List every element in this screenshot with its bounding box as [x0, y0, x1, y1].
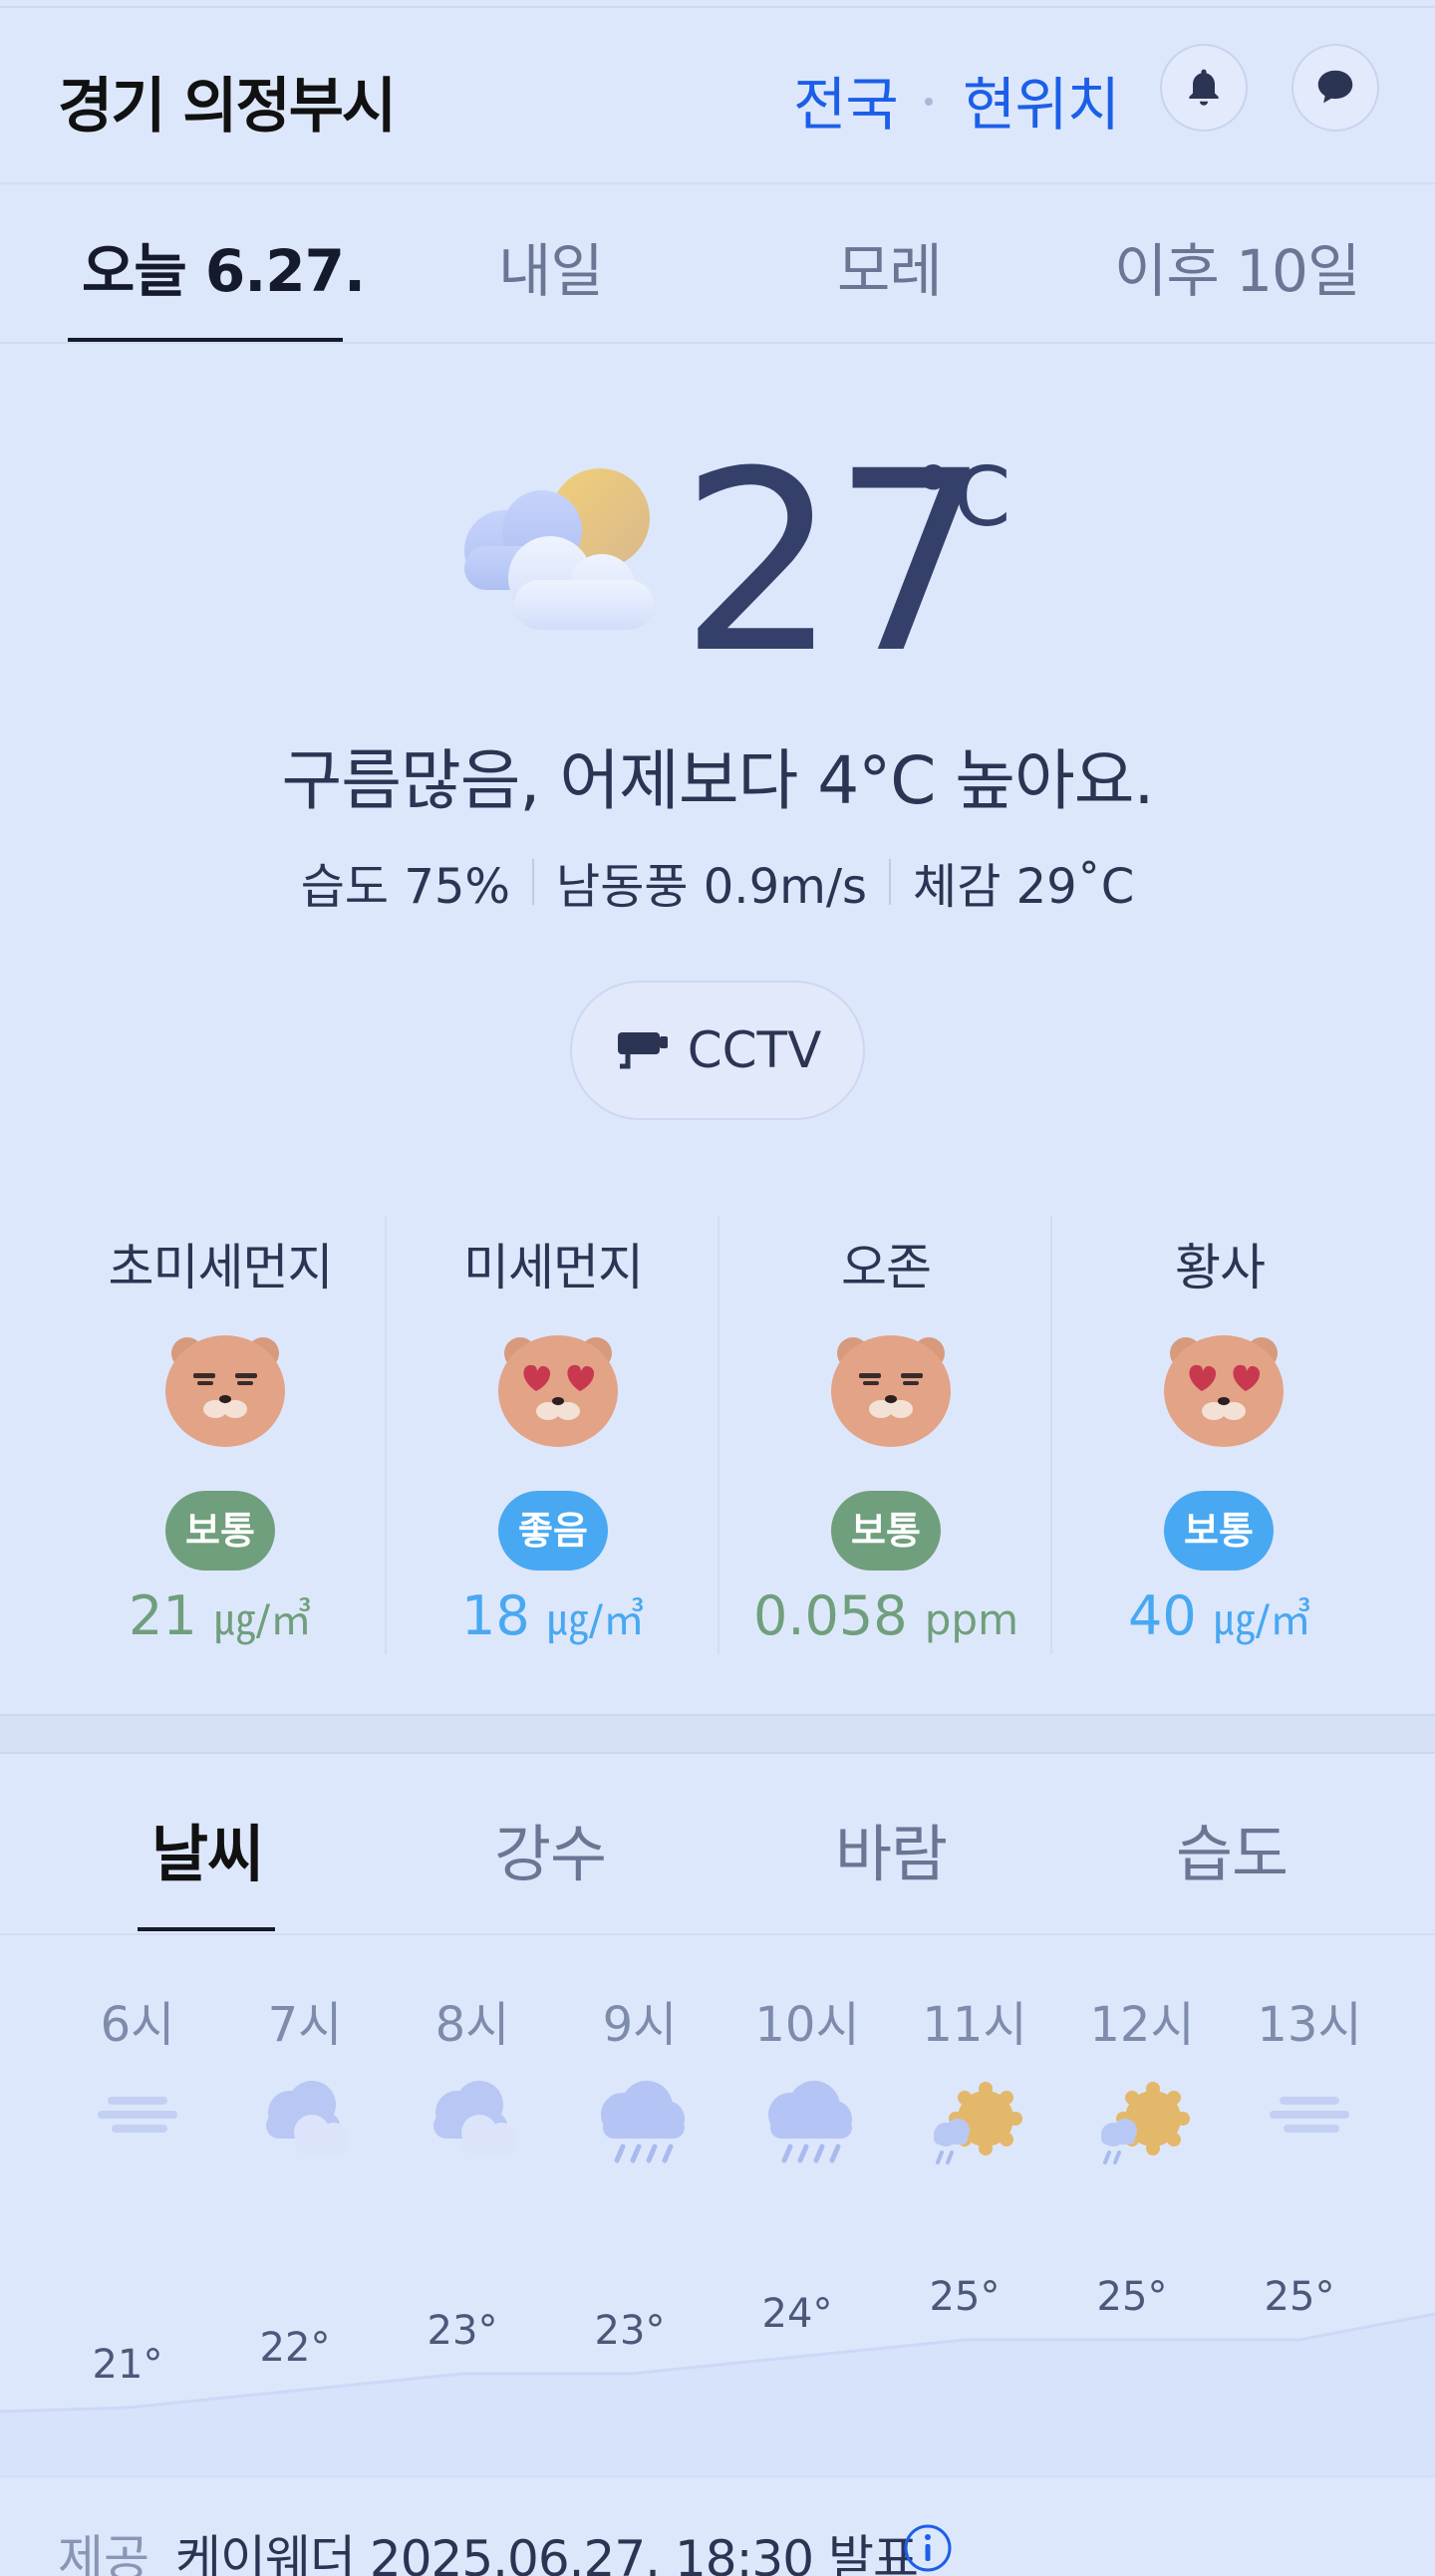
- hour-label: 11시: [922, 1997, 1027, 2053]
- sun-shower-icon: [1058, 2075, 1226, 2184]
- tab-wind[interactable]: 바람: [835, 1804, 948, 1893]
- bell-icon: [1189, 69, 1219, 106]
- message-button[interactable]: [1292, 44, 1379, 132]
- tab-tomorrow[interactable]: 내일: [498, 224, 604, 308]
- hour-temperature: 25°: [1264, 2274, 1335, 2320]
- hour-temperature: 23°: [427, 2308, 498, 2354]
- tab-day-after[interactable]: 모레: [837, 224, 943, 308]
- hour-temperature: 25°: [929, 2274, 1001, 2320]
- air-quality-title: 미세먼지: [463, 1239, 644, 1296]
- partly-cloudy-icon: [464, 468, 654, 630]
- neutral-face-icon: [165, 1335, 285, 1447]
- value-number: 0.058: [753, 1584, 908, 1647]
- tab-weather[interactable]: 날씨: [151, 1804, 264, 1893]
- hour-label: 9시: [602, 1997, 678, 2053]
- air-quality-item[interactable]: 미세먼지 좋음 18 ㎍/㎥: [389, 1216, 719, 1654]
- hour-temperature: 21°: [92, 2342, 163, 2388]
- wind-text: 남동풍 0.9m/s: [556, 859, 868, 915]
- neutral-face-icon: [831, 1335, 951, 1447]
- value-unit: ㎍/㎥: [546, 1595, 646, 1644]
- hour-label: 6시: [100, 1997, 175, 2053]
- air-quality-item[interactable]: 황사 보통 40 ㎍/㎥: [1054, 1216, 1385, 1654]
- air-quality-value: 18 ㎍/㎥: [389, 1584, 718, 1647]
- haze-icon: [1226, 2075, 1393, 2184]
- value-number: 21: [128, 1584, 197, 1647]
- tab-next-10-days[interactable]: 이후 10일: [1114, 224, 1360, 308]
- sun-shower-icon: [891, 2075, 1058, 2184]
- heart-eyes-face-icon: [498, 1335, 618, 1447]
- rain-icon: [556, 2075, 723, 2184]
- air-quality-value: 0.058 ppm: [721, 1584, 1050, 1647]
- haze-icon: [54, 2075, 221, 2184]
- value-unit: ㎍/㎥: [213, 1595, 313, 1644]
- status-badge: 보통: [165, 1491, 275, 1571]
- tab-humidity[interactable]: 습도: [1176, 1804, 1289, 1893]
- tab-today[interactable]: 오늘 6.27.: [82, 224, 366, 308]
- cctv-label: CCTV: [687, 1021, 822, 1079]
- air-quality-value: 40 ㎍/㎥: [1054, 1584, 1385, 1647]
- info-icon[interactable]: [903, 2523, 953, 2573]
- hour-label: 7시: [267, 1997, 343, 2053]
- detail-separator: [889, 859, 892, 905]
- header-dot-separator: [925, 98, 933, 106]
- hour-label: 10시: [754, 1997, 860, 2053]
- active-tab-underline: [138, 1927, 275, 1931]
- chat-icon: [1317, 70, 1353, 104]
- provider-text: 케이웨더 2025.06.27. 18:30 발표: [175, 2530, 919, 2576]
- nationwide-link[interactable]: 전국: [793, 58, 899, 142]
- tab-precipitation[interactable]: 강수: [494, 1804, 607, 1893]
- air-quality-title: 초미세먼지: [108, 1239, 334, 1296]
- air-quality-title: 황사: [1175, 1239, 1266, 1296]
- air-quality-item[interactable]: 오존 보통 0.058 ppm: [721, 1216, 1052, 1654]
- hour-label: 12시: [1089, 1997, 1195, 2053]
- cctv-camera-icon: [617, 1032, 668, 1069]
- header: 경기 의정부시 전국 현위치: [0, 8, 1435, 184]
- air-quality-panel: 초미세먼지 보통 21 ㎍/㎥ 미세먼지 좋음 18 ㎍/㎥ 오존 보통 0.0…: [0, 1216, 1435, 1654]
- hour-temperature: 25°: [1096, 2274, 1168, 2320]
- heart-eyes-face-icon: [1164, 1335, 1284, 1447]
- active-tab-underline: [68, 338, 343, 342]
- day-tabs: 오늘 6.27. 내일 모레 이후 10일: [0, 186, 1435, 344]
- forecast-tabs: 날씨 강수 바람 습도: [0, 1756, 1435, 1935]
- cloudy-icon: [389, 2075, 556, 2184]
- top-divider: [0, 0, 1435, 8]
- value-unit: ㎍/㎥: [1213, 1595, 1312, 1644]
- temperature-unit: °C: [913, 450, 1011, 545]
- status-badge: 좋음: [498, 1491, 608, 1571]
- status-badge: 보통: [1164, 1491, 1274, 1571]
- air-quality-value: 21 ㎍/㎥: [56, 1584, 385, 1647]
- current-location-link[interactable]: 현위치: [963, 58, 1120, 142]
- hourly-forecast[interactable]: 6시 21° 7시 22° 8시 23° 9시 23° 10시 24° 11시 25° 12시 25° 13…: [0, 1937, 1435, 2475]
- hour-label: 8시: [434, 1997, 510, 2053]
- hour-label: 13시: [1257, 1997, 1362, 2053]
- cloudy-icon: [221, 2075, 389, 2184]
- weather-details: 습도 75% 남동풍 0.9m/s 체감 29˚C: [0, 847, 1435, 917]
- air-quality-item[interactable]: 초미세먼지 보통 21 ㎍/㎥: [56, 1216, 387, 1654]
- status-badge: 보통: [831, 1491, 941, 1571]
- value-unit: ppm: [924, 1595, 1018, 1644]
- hour-temperature: 23°: [594, 2308, 666, 2354]
- cctv-button[interactable]: CCTV: [570, 981, 865, 1120]
- humidity-text: 습도 75%: [300, 859, 511, 915]
- value-number: 18: [460, 1584, 530, 1647]
- notification-button[interactable]: [1160, 44, 1248, 132]
- feels-like-text: 체감 29˚C: [913, 859, 1135, 915]
- hour-temperature: 24°: [761, 2291, 833, 2337]
- value-number: 40: [1127, 1584, 1197, 1647]
- detail-separator: [532, 859, 535, 905]
- rain-icon: [723, 2075, 891, 2184]
- location-title[interactable]: 경기 의정부시: [58, 58, 397, 144]
- hour-temperature: 22°: [259, 2325, 331, 2371]
- section-divider: [0, 1714, 1435, 1754]
- air-quality-title: 오존: [841, 1239, 932, 1296]
- provider-label: 제공: [58, 2530, 149, 2576]
- weather-summary: 구름많음, 어제보다 4°C 높아요.: [281, 742, 1155, 819]
- footer: 제공 케이웨더 2025.06.27. 18:30 발표: [0, 2475, 1435, 2576]
